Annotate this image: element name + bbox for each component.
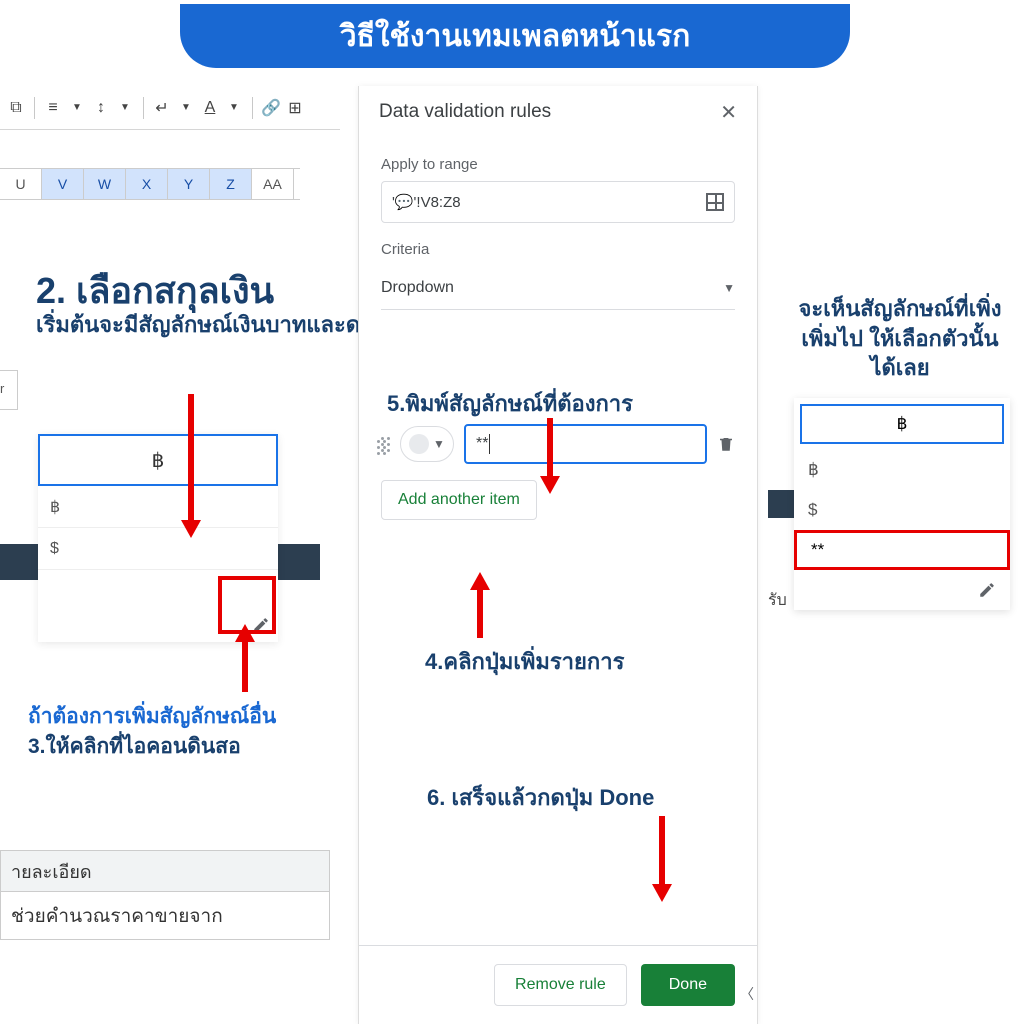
insert-icon[interactable]: ⊞ [285, 98, 305, 118]
done-button[interactable]: Done [641, 964, 735, 1006]
col-v[interactable]: V [42, 169, 84, 199]
arrow-step3 [242, 640, 248, 692]
arrow-head-step6 [652, 884, 672, 902]
result-opt-dollar[interactable]: $ [794, 490, 1010, 530]
col-y[interactable]: Y [168, 169, 210, 199]
select-range-icon[interactable] [706, 193, 724, 211]
annotation-step6: 6. เสร็จแล้วกดปุ่ม Done [427, 780, 654, 815]
chevron-down-icon[interactable]: ▼ [176, 98, 196, 118]
step2-subtitle: เริ่มต้นจะมีสัญลักษณ์เงินบาทและดอลล่า [36, 310, 413, 340]
close-icon[interactable]: ✕ [720, 100, 737, 125]
tutorial-banner: วิธีใช้งานเทมเพลตหน้าแรก [180, 4, 850, 68]
criteria-value: Dropdown [381, 279, 454, 297]
table-cell: ช่วยคำนวณราคาขายจาก [0, 892, 330, 940]
annotation-step3a: ถ้าต้องการเพิ่มสัญลักษณ์อื่น [28, 700, 276, 733]
annotation-result: จะเห็นสัญลักษณ์ที่เพิ่งเพิ่มไป ให้เลือกต… [790, 294, 1010, 383]
column-headers: U V W X Y Z AA [0, 168, 300, 200]
criteria-label: Criteria [359, 223, 757, 266]
rotate-icon[interactable]: A [200, 98, 220, 118]
apply-range-label: Apply to range [359, 138, 757, 181]
cell-fragment: r [0, 370, 18, 410]
scroll-left-icon[interactable]: 〈 [740, 984, 754, 1004]
fragment-label: รับ [768, 588, 787, 613]
valign-icon[interactable]: ↕ [91, 98, 111, 118]
arrow-head-step4 [470, 572, 490, 590]
item-value-input[interactable]: ** [464, 424, 707, 464]
col-x[interactable]: X [126, 169, 168, 199]
arrow-step6 [659, 816, 665, 886]
result-selected[interactable]: ฿ [800, 404, 1004, 444]
result-pencil-icon[interactable] [794, 570, 1010, 610]
bottom-table-fragment: ายละเอียด ช่วยคำนวณราคาขายจาก [0, 850, 330, 940]
dark-row-left [0, 544, 38, 580]
sheets-toolbar-fragment: ⧉ ≡▼ ↕▼ ↵▼ A▼ 🔗 ⊞ [0, 86, 340, 130]
drag-handle-icon[interactable] [377, 430, 386, 455]
link-icon[interactable]: 🔗 [261, 98, 281, 118]
col-w[interactable]: W [84, 169, 126, 199]
dark-row-right [278, 544, 320, 580]
arrow-step5 [547, 418, 553, 478]
add-another-item-button[interactable]: Add another item [381, 480, 537, 520]
col-z[interactable]: Z [210, 169, 252, 199]
arrow-head-step3 [235, 624, 255, 642]
result-opt-baht[interactable]: ฿ [794, 450, 1010, 490]
col-u[interactable]: U [0, 169, 42, 199]
wrap-icon[interactable]: ↵ [152, 98, 172, 118]
panel-title: Data validation rules [379, 101, 551, 123]
dropdown-option-baht[interactable]: ฿ [38, 486, 278, 528]
merge-icon[interactable]: ⧉ [6, 98, 26, 118]
item-color-picker[interactable]: ▼ [400, 426, 454, 462]
dark-row-right2 [768, 490, 794, 518]
chevron-down-icon[interactable]: ▼ [115, 98, 135, 118]
align-icon[interactable]: ≡ [43, 98, 63, 118]
col-aa[interactable]: AA [252, 169, 294, 199]
result-dropdown[interactable]: ฿ ฿ $ ** [794, 398, 1010, 610]
dropdown-option-dollar[interactable]: $ [38, 528, 278, 570]
data-validation-panel: Data validation rules ✕ Apply to range '… [358, 86, 758, 1024]
arrow-head-step5 [540, 476, 560, 494]
range-input[interactable]: '💬'!V8:Z8 [381, 181, 735, 223]
chevron-down-icon[interactable]: ▼ [67, 98, 87, 118]
result-opt-new[interactable]: ** [794, 530, 1010, 570]
arrow-step4 [477, 588, 483, 638]
arrow-head-step2 [181, 520, 201, 538]
table-header: ายละเอียด [0, 850, 330, 892]
dropdown-selected[interactable]: ฿ [38, 434, 278, 486]
criteria-select[interactable]: Dropdown ▼ [381, 266, 735, 310]
annotation-step3b: 3.ให้คลิกที่ไอคอนดินสอ [28, 730, 241, 763]
arrow-step2 [188, 394, 194, 522]
range-value: '💬'!V8:Z8 [392, 193, 461, 211]
chevron-down-icon: ▼ [723, 281, 735, 295]
chevron-down-icon[interactable]: ▼ [224, 98, 244, 118]
remove-rule-button[interactable]: Remove rule [494, 964, 627, 1006]
annotation-step4: 4.คลิกปุ่มเพิ่มรายการ [425, 644, 624, 679]
annotation-step5: 5.พิมพ์สัญลักษณ์ที่ต้องการ [387, 386, 633, 421]
trash-icon[interactable] [717, 434, 735, 454]
